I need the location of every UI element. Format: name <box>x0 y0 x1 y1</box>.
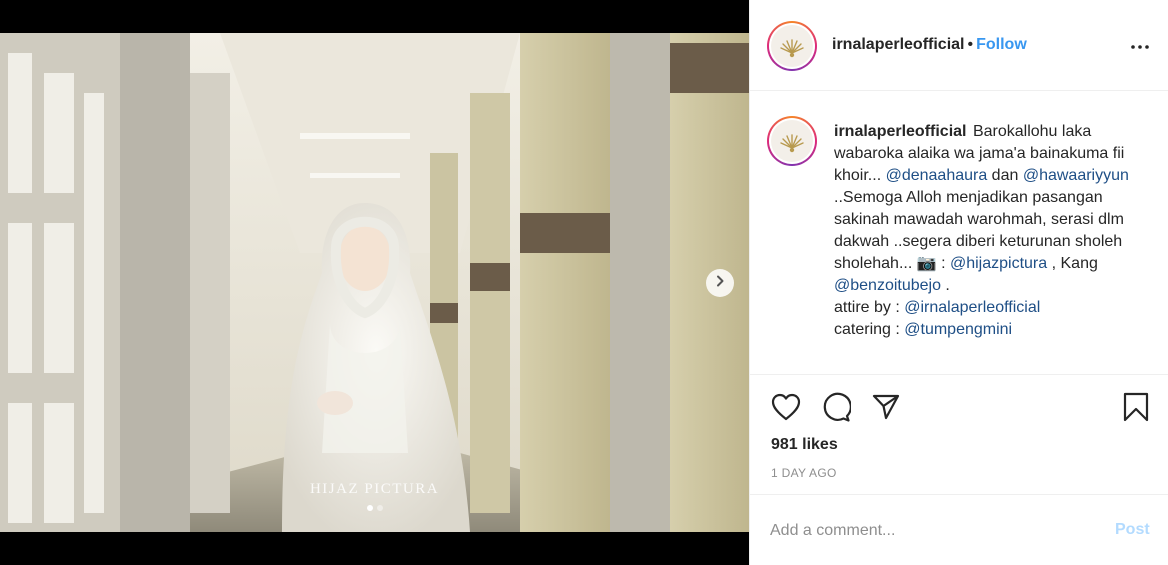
post-comment-button[interactable]: Post <box>1115 521 1150 539</box>
share-icon <box>872 394 900 425</box>
comment-button[interactable] <box>820 392 852 427</box>
caption-mention-link[interactable]: @denaahaura <box>886 167 988 184</box>
wedding-photo-illustration <box>0 33 749 532</box>
brand-logo-icon <box>771 25 813 67</box>
header-user-line: irnalaperleofficial • Follow <box>832 36 1027 54</box>
like-button[interactable] <box>770 393 802 425</box>
brand-logo-icon <box>771 120 813 162</box>
comment-bar: Post <box>750 494 1168 565</box>
post-media[interactable]: HIJAZ PICTURA <box>0 0 749 565</box>
next-slide-button[interactable] <box>706 269 734 297</box>
caption-mention-link[interactable]: @tumpengmini <box>904 321 1012 338</box>
likes-count[interactable]: 981 likes <box>771 436 838 454</box>
caption-text-segment: . <box>940 277 950 294</box>
avatar[interactable] <box>767 21 817 71</box>
caption-text-segment: , Kang <box>1047 255 1098 272</box>
follow-button[interactable]: Follow <box>976 36 1027 53</box>
more-horizontal-icon <box>1131 36 1149 54</box>
caption-body: Barokallohu laka wabaroka alaika wa jama… <box>834 123 1129 338</box>
caption-mention-link[interactable]: @irnalaperleofficial <box>904 299 1040 316</box>
post-header: irnalaperleofficial • Follow <box>750 0 1168 91</box>
post-photo[interactable]: HIJAZ PICTURA <box>0 33 749 532</box>
save-button[interactable] <box>1120 392 1152 427</box>
heart-icon <box>771 393 801 426</box>
caption-text: irnalaperleofficial Barokallohu laka wab… <box>834 121 1150 341</box>
caption-mention-link[interactable]: @hawaariyyun <box>1023 167 1129 184</box>
separator-dot: • <box>967 36 974 53</box>
comment-input[interactable] <box>770 519 1100 543</box>
caption-section: irnalaperleofficial Barokallohu laka wab… <box>750 91 1168 375</box>
caption-avatar[interactable] <box>767 116 817 166</box>
carousel-dot <box>376 505 383 511</box>
header-username[interactable]: irnalaperleofficial <box>832 36 965 53</box>
chevron-right-icon <box>714 274 726 292</box>
post-side-panel: irnalaperleofficial • Follow irnalaperle… <box>749 0 1168 565</box>
more-options-button[interactable] <box>1128 35 1152 55</box>
action-bar <box>750 375 1168 445</box>
photo-watermark: HIJAZ PICTURA <box>309 481 440 497</box>
carousel-indicator <box>0 505 749 511</box>
caption-text-segment: attire by : <box>834 299 905 316</box>
comment-icon <box>821 392 852 427</box>
caption-username[interactable]: irnalaperleofficial <box>834 123 967 140</box>
carousel-dot-active <box>366 505 373 511</box>
share-button[interactable] <box>870 393 902 425</box>
caption-text-segment: dan <box>987 167 1023 184</box>
bookmark-icon <box>1123 392 1149 427</box>
caption-mention-link[interactable]: @hijazpictura <box>950 255 1047 272</box>
caption-text-segment: catering : <box>834 321 905 338</box>
post-timestamp[interactable]: 1 DAY AGO <box>771 466 837 480</box>
caption-mention-link[interactable]: @benzoitubejo <box>834 277 941 294</box>
